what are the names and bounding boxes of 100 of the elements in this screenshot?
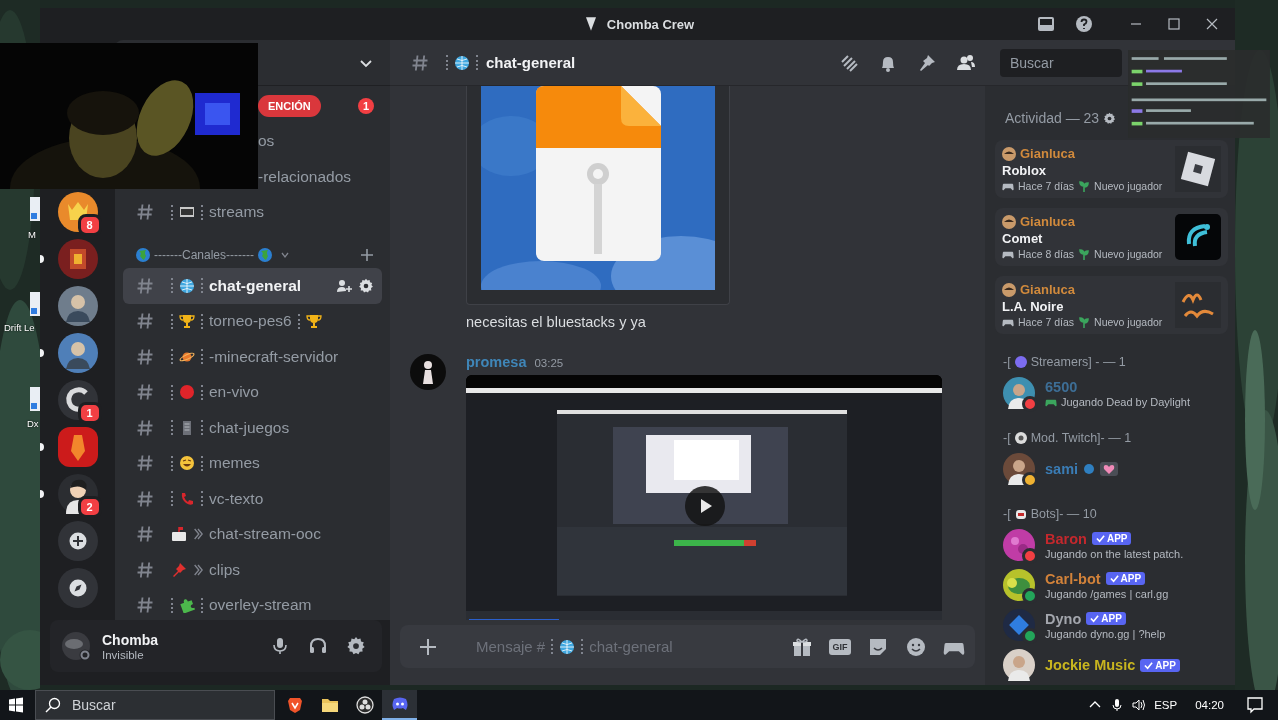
threads-icon[interactable] <box>839 52 859 73</box>
pin-icon[interactable] <box>917 52 937 73</box>
hash-icon <box>135 382 155 403</box>
microphone-icon[interactable] <box>1110 698 1125 712</box>
laughing-emoji-icon <box>179 455 195 472</box>
member-name[interactable]: Dyno <box>1045 610 1082 627</box>
member-name[interactable]: Carl-bot <box>1045 570 1101 587</box>
channel-item[interactable]: vc-texto <box>123 481 382 517</box>
sprout-icon <box>1078 180 1091 192</box>
add-server-button[interactable] <box>57 521 98 561</box>
channel-item[interactable]: os <box>258 123 275 159</box>
avatar[interactable] <box>410 354 446 390</box>
activity-card[interactable]: Gianluca L.A. Noire Hace 7 días Nuevo jugador <box>995 276 1228 334</box>
mention-pill[interactable]: ENCIÓN <box>258 94 321 117</box>
mention-badge: 1 <box>77 402 102 424</box>
activity-tag: Nuevo jugador <box>1094 316 1163 328</box>
plus-icon[interactable] <box>418 636 438 657</box>
channel-item[interactable]: chat-stream-ooc <box>123 516 382 552</box>
sprout-icon <box>1078 316 1091 328</box>
channel-item[interactable]: memes <box>123 445 382 481</box>
member-name[interactable]: 6500 <box>1045 378 1078 395</box>
channel-item[interactable]: en-vivo <box>123 374 382 410</box>
puzzle-icon <box>179 597 195 614</box>
section-title: Actividad — 23 <box>1005 110 1100 126</box>
game-title: L.A. Noire <box>1002 299 1065 314</box>
chevron-icon <box>193 527 203 542</box>
server-icon[interactable] <box>57 286 98 326</box>
chevron-down-icon <box>280 250 290 260</box>
search-field[interactable]: Buscar <box>35 690 275 720</box>
hash-icon <box>135 488 155 509</box>
user-status: Invisible <box>102 648 145 661</box>
author-name[interactable]: promesa <box>466 354 527 370</box>
hash-icon <box>135 453 155 474</box>
channel-item[interactable]: chat-general <box>123 268 382 304</box>
channel-item[interactable]: streams <box>123 194 382 230</box>
notification-icon[interactable] <box>1246 696 1264 714</box>
settings-icon[interactable] <box>1103 111 1117 125</box>
phone-icon <box>179 490 195 507</box>
invite-icon[interactable] <box>336 277 352 294</box>
settings-icon <box>346 636 366 656</box>
plus-icon[interactable] <box>360 248 374 262</box>
maximize-icon <box>1168 18 1180 30</box>
badge-icon <box>1083 463 1096 475</box>
server-icon[interactable] <box>57 427 98 467</box>
emoji-icon[interactable] <box>905 635 927 658</box>
server-icon[interactable] <box>57 239 98 279</box>
search-icon <box>45 697 61 713</box>
group-header: -[ <box>1003 431 1011 445</box>
channel-item[interactable]: clips <box>123 552 382 588</box>
close-icon <box>1206 18 1218 30</box>
mailbox-icon <box>171 526 187 543</box>
hash-icon <box>410 52 430 73</box>
gif-button[interactable]: GIF <box>829 638 851 655</box>
clock[interactable]: 04:20 <box>1195 699 1224 711</box>
activity-card[interactable]: Gianluca Comet Hace 8 días Nuevo jugador <box>995 208 1228 266</box>
channel-item[interactable]: torneo-pes6 <box>123 303 382 339</box>
avatar <box>1003 649 1035 681</box>
mention-badge: 8 <box>77 214 102 236</box>
mention-badge: 2 <box>77 496 102 518</box>
speaker-icon[interactable] <box>1132 698 1147 712</box>
group-header: Streamers] - — 1 <box>1030 355 1126 369</box>
group-header: Bots]- — 10 <box>1030 507 1097 521</box>
activity-tag: Nuevo jugador <box>1094 248 1163 260</box>
window-title: Chomba Crew <box>606 16 695 32</box>
user-name: Gianluca <box>1020 146 1075 161</box>
channel-item[interactable]: -relacionados <box>258 159 352 195</box>
channel-title: chat-general <box>486 54 576 71</box>
search-field[interactable]: Buscar <box>1000 48 1122 77</box>
headphones-icon <box>308 636 328 656</box>
app-badge: APP <box>1091 532 1132 545</box>
avatar <box>60 630 92 662</box>
user-name: Gianluca <box>1020 282 1075 297</box>
discover-button[interactable] <box>57 568 98 608</box>
activity-tag: Nuevo jugador <box>1094 180 1163 192</box>
member-name[interactable]: Jockie Music <box>1045 657 1136 673</box>
plus-icon <box>68 532 87 550</box>
taskbar-button[interactable] <box>382 690 417 720</box>
pin-icon <box>171 561 187 578</box>
channel-item[interactable]: chat-juegos <box>123 410 382 446</box>
app-badge: APP <box>1140 658 1180 672</box>
robot-icon <box>1013 507 1028 521</box>
globe-icon <box>135 247 151 263</box>
circle-icon <box>1013 355 1028 369</box>
channel-item[interactable]: -minecraft-servidor <box>123 339 382 375</box>
category-name[interactable]: -------Canales------- <box>154 248 254 262</box>
language-indicator[interactable]: ESP <box>1154 699 1178 711</box>
settings-icon[interactable] <box>358 277 374 294</box>
members-icon[interactable] <box>956 52 976 73</box>
server-icon[interactable] <box>57 333 98 373</box>
member-name[interactable]: sami <box>1045 461 1079 477</box>
mention-badge: 1 <box>358 97 374 114</box>
message-text: necesitas el bluestacks y ya <box>466 314 647 330</box>
hash-icon <box>135 595 155 616</box>
message-time: 03:25 <box>534 357 564 369</box>
activity-time: Hace 7 días <box>1018 180 1075 192</box>
group-header: Mod. Twitch]- — 1 <box>1030 431 1132 445</box>
activity-card[interactable]: Gianluca Roblox Hace 7 días Nuevo jugador <box>995 140 1228 198</box>
hash-icon <box>135 417 155 438</box>
windows-icon <box>8 697 24 713</box>
channel-item[interactable]: overley-stream <box>123 587 382 620</box>
